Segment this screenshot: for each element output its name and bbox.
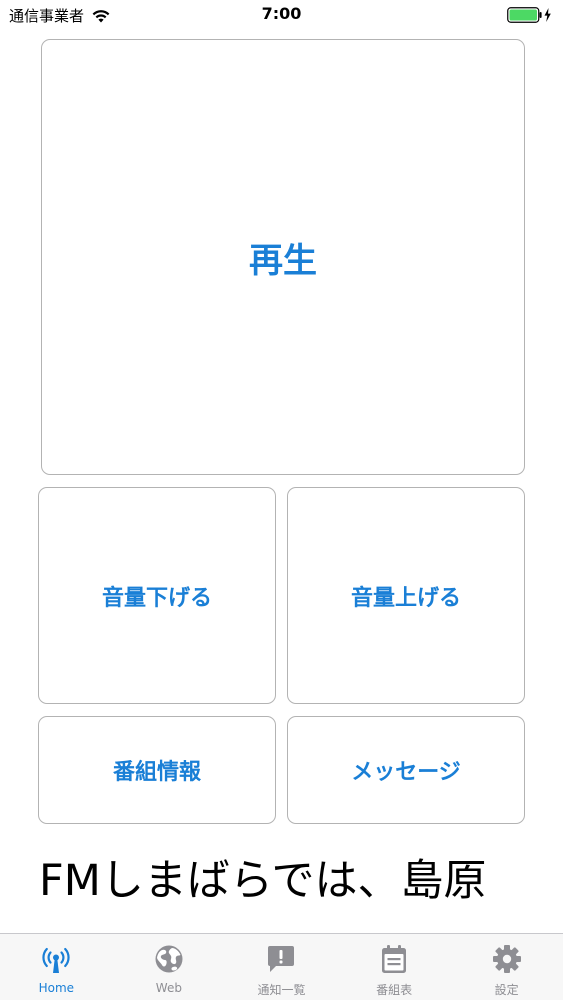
volume-up-label: 音量上げる [350,585,461,611]
tab-web[interactable]: Web [113,934,226,1000]
program-info-button[interactable]: 番組情報 [38,716,276,824]
calendar-icon [382,945,407,973]
status-time: 7:00 [261,4,302,23]
tab-home[interactable]: Home [0,934,113,1000]
tab-bar: Home Web 通知一覧 番組表 設定 [0,933,563,1000]
tab-notifications-label: 通知一覧 [257,983,306,997]
tab-schedule[interactable]: 番組表 [338,934,451,1000]
tab-web-label: Web [155,981,182,995]
app-screen: 通信事業者 7:00 再生 音量下げる 音量上げる 番組情報 メッセージ FMし… [0,0,563,1000]
tab-notifications[interactable]: 通知一覧 [225,934,338,1000]
message-label: メッセージ [351,760,461,785]
gear-icon [492,945,521,973]
program-info-label: 番組情報 [112,760,201,785]
tab-schedule-label: 番組表 [376,983,413,997]
antenna-icon [42,947,70,973]
alert-bubble-icon [268,946,295,972]
tab-home-label: Home [38,981,75,995]
volume-up-button[interactable]: 音量上げる [287,487,525,704]
marquee-text: FMしまばらでは、島原 [39,856,487,906]
volume-down-button[interactable]: 音量下げる [38,487,276,704]
globe-icon [155,945,183,973]
volume-down-label: 音量下げる [101,585,212,611]
play-button[interactable]: 再生 [41,39,525,475]
status-bar: 通信事業者 7:00 [0,0,563,30]
battery-charging-icon [507,7,551,23]
tab-settings-label: 設定 [494,983,519,997]
message-button[interactable]: メッセージ [287,716,525,824]
news-marquee: FMしまばらでは、島原 [39,852,525,912]
play-button-label: 再生 [249,240,317,281]
tab-settings[interactable]: 設定 [450,934,563,1000]
